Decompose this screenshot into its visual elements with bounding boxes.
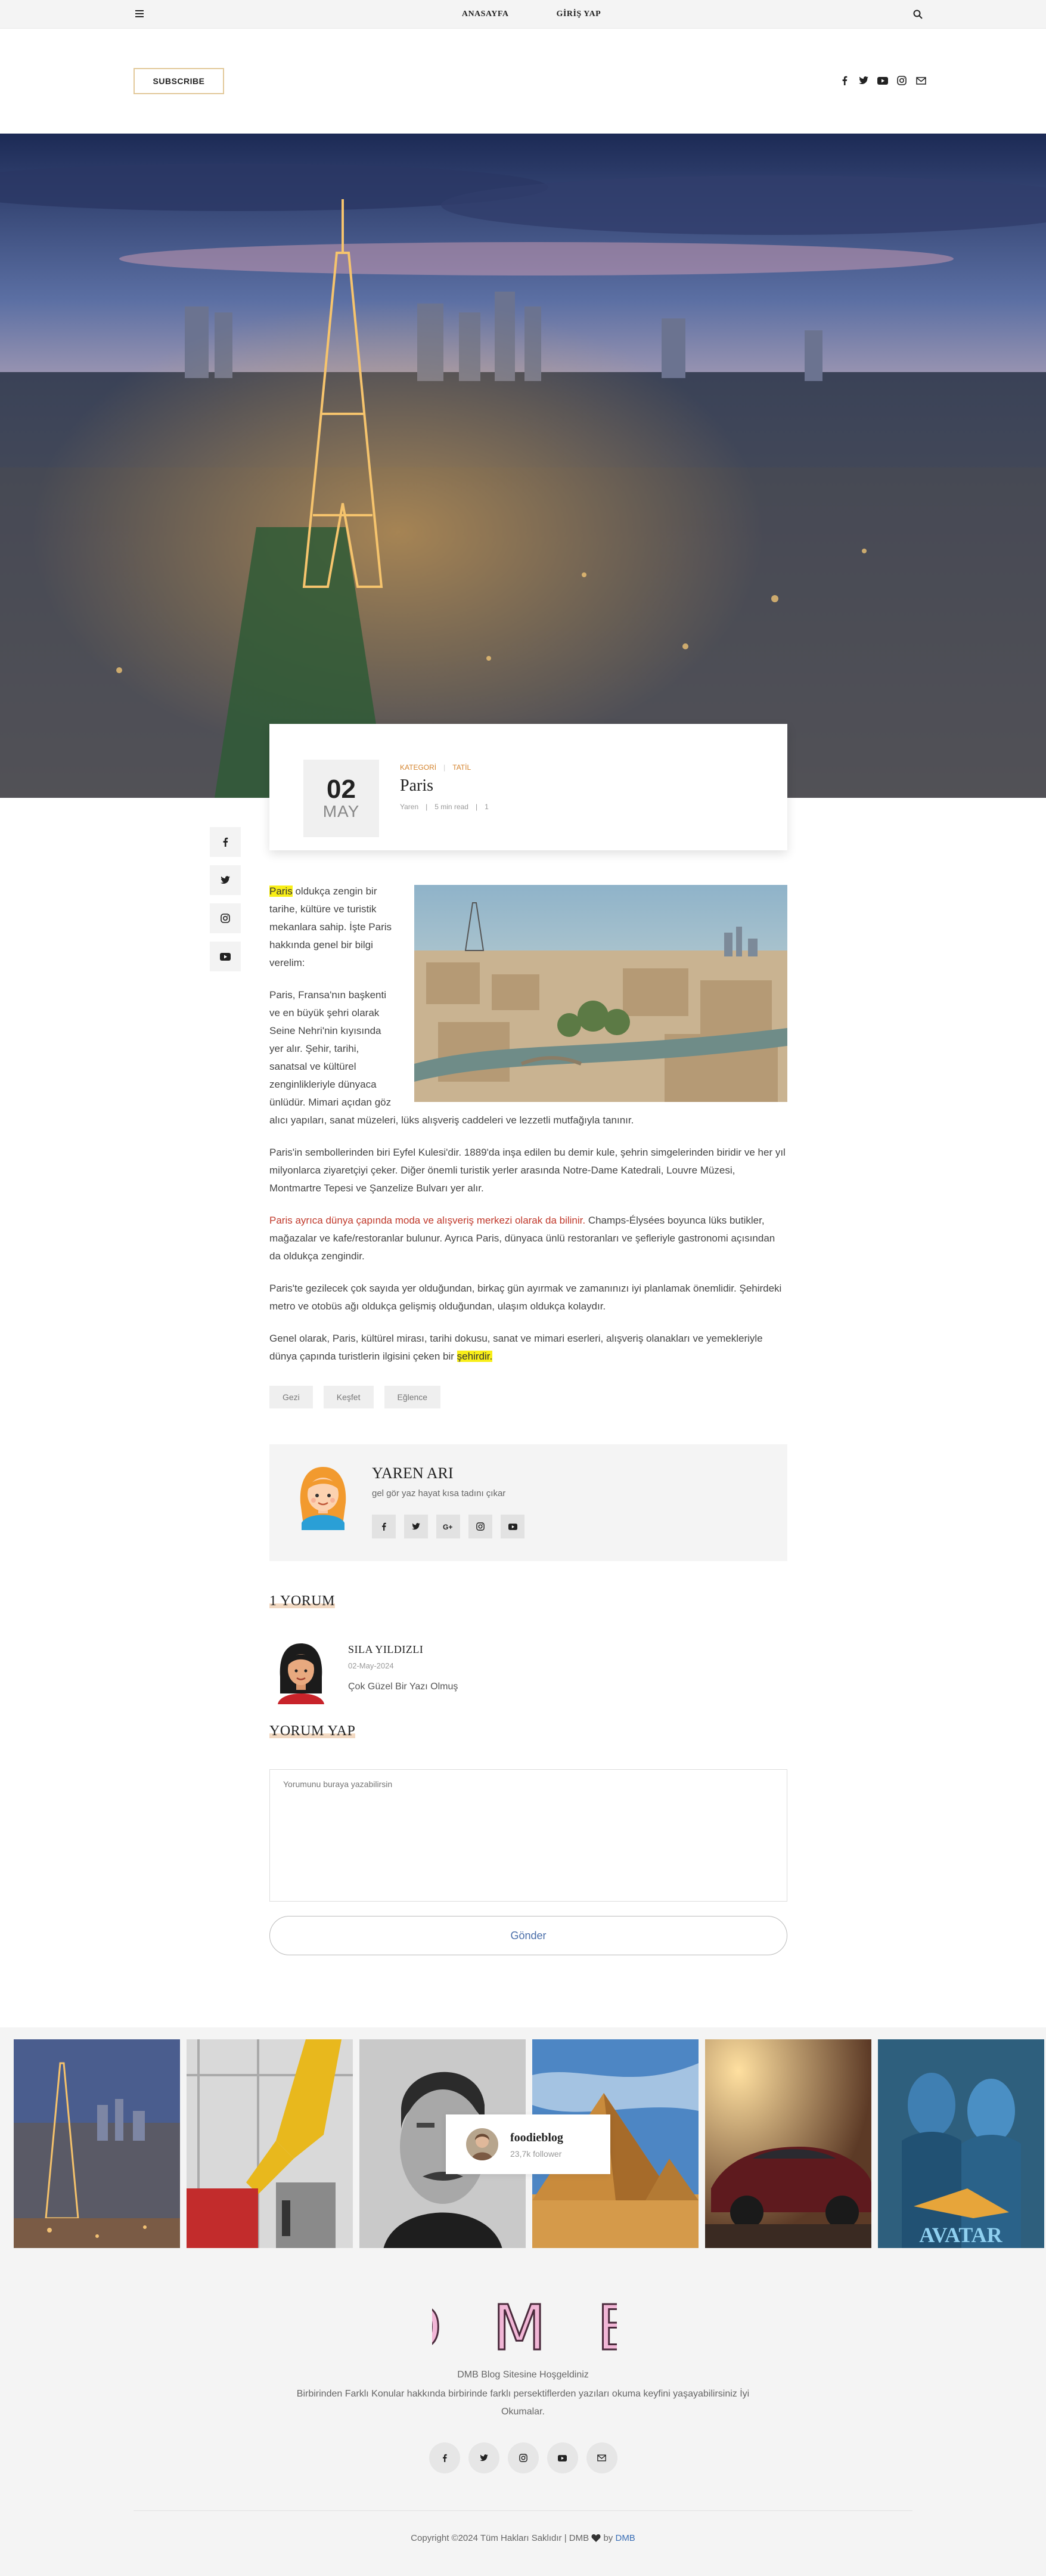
article-paragraph-5: Paris'te gezilecek çok sayıda yer olduğu…	[269, 1283, 782, 1312]
category-value[interactable]: TATİL	[452, 763, 471, 772]
instagram-icon[interactable]	[468, 1515, 492, 1538]
comment-textarea[interactable]	[269, 1769, 787, 1902]
footer-description: Birbirinden Farklı Konular hakkında birb…	[296, 2389, 750, 2417]
post-read-time: 5 min read	[434, 803, 468, 811]
post-categories: KATEGORİ | TATİL	[400, 763, 471, 772]
instagram-followers: 23,7k follower	[510, 2149, 562, 2159]
footer-logo[interactable]: D M B	[432, 2293, 617, 2359]
share-buttons	[210, 827, 241, 971]
copyright: Copyright ©2024 Tüm Hakları Saklıdır | D…	[0, 2533, 1046, 2543]
heart-icon	[591, 2534, 601, 2542]
tag[interactable]: Keşfet	[323, 1386, 374, 1408]
nav-link-login[interactable]: GİRİŞ YAP	[557, 10, 601, 19]
copyright-link[interactable]: DMB	[615, 2533, 635, 2543]
share-twitter-button[interactable]	[210, 865, 241, 895]
footer-logo-text: D M B	[432, 2293, 617, 2359]
instagram-image-car[interactable]	[705, 2039, 871, 2249]
twitter-icon[interactable]	[858, 75, 869, 86]
reply-heading: YORUM YAP	[269, 1723, 356, 1739]
comment-date: 02-May-2024	[348, 1661, 394, 1670]
author-avatar	[288, 1461, 358, 1530]
search-icon[interactable]	[912, 8, 924, 20]
comment-avatar	[269, 1639, 333, 1704]
youtube-icon[interactable]	[877, 75, 888, 86]
share-instagram-button[interactable]	[210, 903, 241, 933]
post-title: Paris	[400, 776, 433, 795]
article-paragraph-4: Paris ayrıca dünya çapında moda ve alışv…	[269, 1215, 775, 1262]
youtube-icon[interactable]	[547, 2442, 578, 2473]
footer-social-links	[0, 2442, 1046, 2473]
site-header: SUBSCRIBE	[0, 29, 1046, 134]
share-facebook-button[interactable]	[210, 827, 241, 857]
top-navbar: ANASAYFA GİRİŞ YAP	[0, 0, 1046, 29]
post-comment-count: 1	[485, 803, 489, 811]
post-header-card: 02 MAY KATEGORİ | TATİL Paris Yaren | 5 …	[269, 724, 787, 850]
category-label[interactable]: KATEGORİ	[400, 763, 436, 772]
post-date-month: MAY	[322, 801, 360, 821]
article-paragraph-3: Paris'in sembollerinden biri Eyfel Kules…	[269, 1147, 786, 1194]
post-date-box: 02 MAY	[303, 760, 379, 837]
instagram-image-robot-arm[interactable]	[187, 2039, 353, 2249]
mail-icon[interactable]	[915, 75, 926, 86]
avatar-poster-title: AVATAR	[919, 2223, 1002, 2247]
instagram-icon[interactable]	[507, 2442, 539, 2473]
instagram-image-avatar-poster[interactable]: AVATAR	[878, 2039, 1044, 2249]
footer-welcome: DMB Blog Sitesine Hoşgeldiniz	[457, 2370, 589, 2380]
instagram-image-paris[interactable]	[14, 2039, 180, 2249]
youtube-icon[interactable]	[501, 1515, 524, 1538]
footer-divider	[134, 2510, 912, 2511]
copyright-text: Copyright ©2024 Tüm Hakları Saklıdır | D…	[411, 2533, 589, 2543]
article-image-paris	[414, 885, 787, 1102]
submit-comment-button[interactable]: Gönder	[269, 1916, 787, 1955]
header-social-links	[839, 75, 926, 86]
post-date-day: 02	[327, 774, 356, 804]
svg-text:G+: G+	[443, 1523, 452, 1530]
facebook-icon[interactable]	[429, 2442, 460, 2473]
post-author: Yaren	[400, 803, 419, 811]
twitter-icon[interactable]	[468, 2442, 499, 2473]
comment-text: Çok Güzel Bir Yazı Olmuş	[348, 1682, 458, 1692]
post-tags: Gezi Keşfet Eğlence	[269, 1386, 441, 1408]
instagram-username: foodieblog	[510, 2131, 563, 2144]
instagram-profile-badge[interactable]: foodieblog 23,7k follower	[446, 2114, 610, 2174]
nav-links: ANASAYFA GİRİŞ YAP	[0, 0, 1046, 29]
copyright-by: by	[603, 2533, 613, 2543]
twitter-icon[interactable]	[404, 1515, 428, 1538]
instagram-avatar	[466, 2128, 498, 2160]
google-plus-icon[interactable]: G+	[436, 1515, 460, 1538]
instagram-feed: AVATAR foodieblog 23,7k follower	[0, 2027, 1046, 2249]
comments-heading: 1 YORUM	[269, 1593, 335, 1609]
comment-author: SILA YILDIZLI	[348, 1643, 424, 1655]
facebook-icon[interactable]	[839, 75, 850, 86]
tag[interactable]: Eğlence	[384, 1386, 441, 1408]
instagram-icon[interactable]	[896, 75, 907, 86]
mail-icon[interactable]	[586, 2442, 617, 2473]
facebook-icon[interactable]	[372, 1515, 396, 1538]
article-body: Paris oldukça zengin bir tarihe, kültüre…	[269, 883, 787, 1380]
author-box: YAREN ARI gel gör yaz hayat kısa tadını …	[269, 1444, 787, 1561]
subscribe-button[interactable]: SUBSCRIBE	[134, 68, 224, 94]
author-social-links: G+	[372, 1515, 524, 1538]
post-meta: Yaren | 5 min read | 1	[400, 803, 489, 811]
article-paragraph-6: Genel olarak, Paris, kültürel mirası, ta…	[269, 1333, 763, 1362]
nav-link-home[interactable]: ANASAYFA	[462, 10, 509, 19]
share-youtube-button[interactable]	[210, 942, 241, 971]
site-footer: D M B DMB Blog Sitesine Hoşgeldiniz Birb…	[0, 2248, 1046, 2576]
author-name: YAREN ARI	[372, 1465, 454, 1482]
hero-image	[0, 134, 1046, 798]
author-bio: gel gör yaz hayat kısa tadını çıkar	[372, 1488, 506, 1498]
tag[interactable]: Gezi	[269, 1386, 313, 1408]
